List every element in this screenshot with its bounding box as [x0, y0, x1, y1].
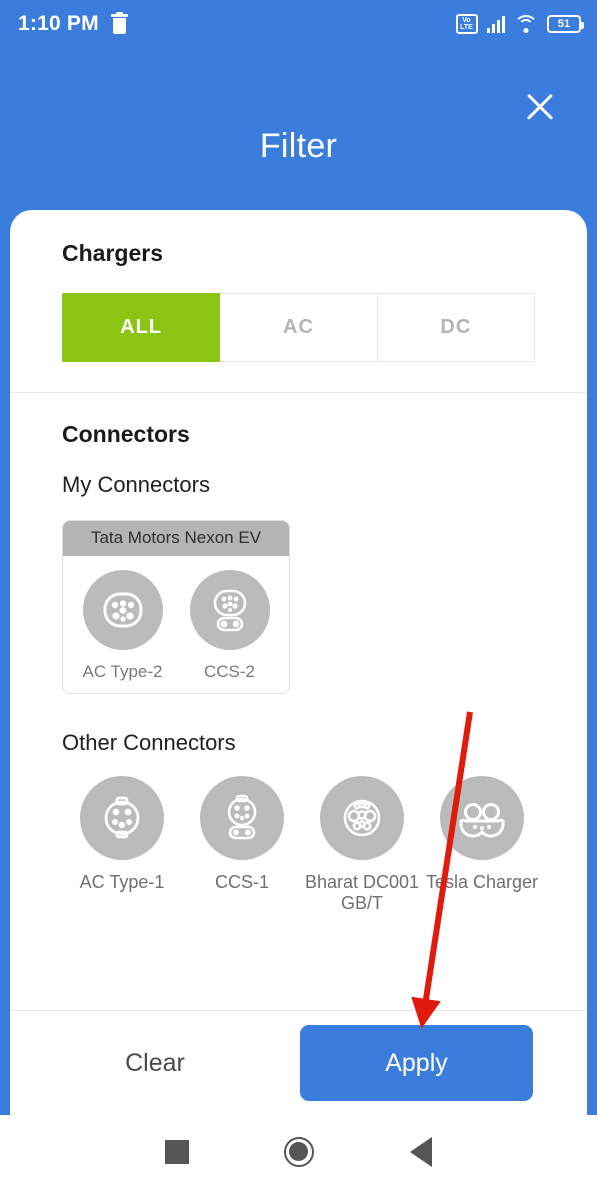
connector-label: CCS-1: [214, 872, 269, 893]
my-connectors-list: AC Type-2 CCS-2: [63, 556, 289, 694]
ccs-1-connector-icon: [200, 776, 284, 861]
android-nav-bar: [0, 1115, 597, 1188]
filter-sheet: Chargers ALL AC DC Connectors My Connect…: [10, 210, 587, 1115]
volte-icon: Vo LTE: [455, 14, 478, 34]
other-connectors-section: Other Connectors AC Type-1 CCS-1 Bharat …: [10, 694, 587, 913]
apply-button[interactable]: Apply: [300, 1025, 533, 1101]
charger-option-dc[interactable]: DC: [377, 293, 535, 362]
triangle-back-icon: [409, 1136, 432, 1167]
connector-ccs-1[interactable]: CCS-1: [182, 776, 302, 913]
status-right-icons: Vo LTE 51: [455, 14, 584, 34]
filter-header: Filter: [0, 48, 597, 213]
connector-label: Tesla Charger: [425, 872, 539, 893]
signal-icon: [486, 15, 505, 33]
status-time: 1:10 PM: [18, 12, 99, 35]
connector-label: CCS-2: [203, 661, 255, 681]
connector-ac-type-2[interactable]: AC Type-2: [69, 569, 176, 682]
chargers-section: Chargers ALL AC DC: [10, 210, 587, 362]
other-connectors-heading: Other Connectors: [62, 730, 236, 756]
status-bar: 1:10 PM Vo LTE 51: [0, 0, 597, 48]
recents-button[interactable]: [116, 1139, 238, 1164]
battery-level-label: 51: [557, 17, 571, 30]
ac-type-2-connector-icon: [82, 569, 163, 650]
other-connectors-list: AC Type-1 CCS-1 Bharat DC001 GB/T Tesla …: [62, 776, 562, 913]
my-vehicle-label: Tata Motors Nexon EV: [63, 521, 289, 556]
connectors-section: Connectors My Connectors Tata Motors Nex…: [10, 393, 587, 695]
connector-ac-type-1[interactable]: AC Type-1: [62, 776, 182, 913]
tesla-charger-connector-icon: [440, 776, 524, 861]
wifi-icon: [514, 15, 538, 33]
connectors-heading: Connectors: [62, 421, 190, 447]
connector-tesla-charger[interactable]: Tesla Charger: [422, 776, 542, 913]
my-connectors-card: Tata Motors Nexon EV AC Type-2 CCS-2: [62, 520, 290, 695]
volte-bottom-label: LTE: [460, 24, 473, 31]
phone-screen: 1:10 PM Vo LTE 51 Filter Chargers ALL AC…: [0, 0, 597, 1188]
battery-icon: 51: [547, 15, 584, 33]
home-button[interactable]: [238, 1136, 360, 1167]
connector-label: Bharat DC001 GB/T: [304, 872, 420, 913]
connector-label: AC Type-1: [79, 872, 165, 893]
status-left-icons: [110, 12, 128, 34]
connector-ccs-2[interactable]: CCS-2: [176, 569, 283, 682]
ccs-2-connector-icon: [189, 569, 270, 650]
charger-option-ac[interactable]: AC: [220, 293, 378, 362]
page-title: Filter: [259, 127, 338, 165]
clear-button[interactable]: Clear: [10, 1049, 300, 1078]
chargers-heading: Chargers: [62, 240, 163, 266]
close-icon[interactable]: [517, 84, 563, 130]
bharat-dc001-gbt-connector-icon: [320, 776, 404, 861]
back-button[interactable]: [360, 1136, 482, 1167]
my-connectors-heading: My Connectors: [62, 472, 210, 497]
volte-top-label: Vo: [462, 17, 471, 24]
filter-footer: Clear Apply: [10, 1010, 587, 1115]
square-recents-icon: [164, 1139, 189, 1164]
charger-type-segmented-control: ALL AC DC: [62, 293, 535, 362]
circle-home-icon: [283, 1136, 314, 1167]
connector-bharat-dc001-gbt[interactable]: Bharat DC001 GB/T: [302, 776, 422, 913]
ac-type-1-connector-icon: [80, 776, 164, 861]
trash-icon: [110, 12, 128, 34]
charger-option-all[interactable]: ALL: [62, 293, 221, 362]
connector-label: AC Type-2: [82, 661, 163, 681]
filter-sheet-body: Chargers ALL AC DC Connectors My Connect…: [10, 210, 587, 1010]
